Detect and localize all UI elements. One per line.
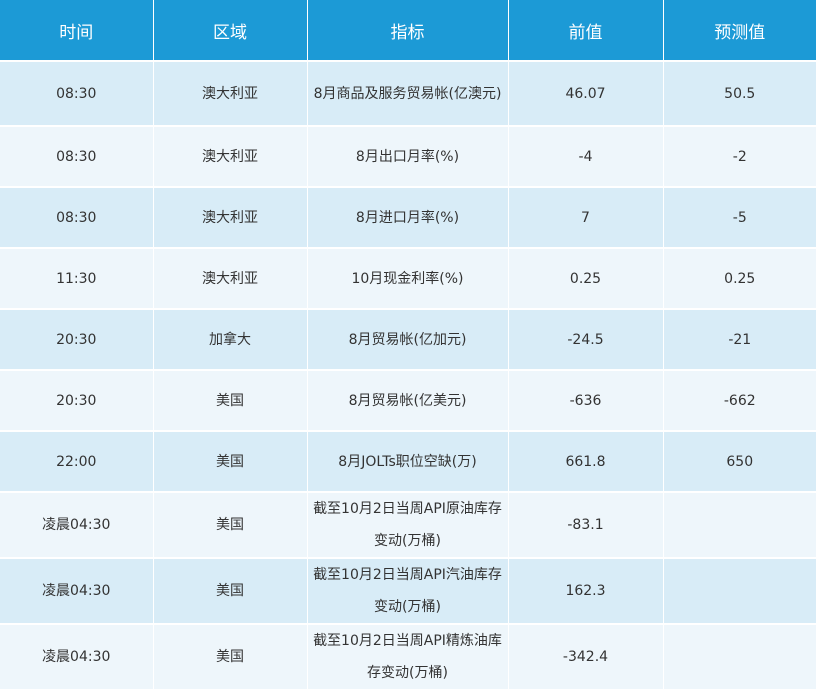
cell-previous: -342.4 bbox=[508, 623, 664, 689]
cell-time: 20:30 bbox=[0, 369, 154, 431]
cell-forecast bbox=[663, 557, 816, 624]
indicator-text: 截至10月2日当周API汽油库存变动(万桶) bbox=[313, 567, 502, 615]
cell-forecast: 0.25 bbox=[663, 247, 816, 309]
header-previous: 前值 bbox=[508, 0, 664, 61]
cell-indicator: 10月现金利率(%) bbox=[307, 247, 509, 309]
cell-region: 美国 bbox=[153, 369, 308, 431]
cell-indicator: 8月进口月率(%) bbox=[307, 186, 509, 248]
cell-previous: -24.5 bbox=[508, 308, 664, 370]
header-region: 区域 bbox=[153, 0, 308, 61]
cell-previous: -83.1 bbox=[508, 491, 664, 558]
table-row: 08:30 澳大利亚 8月出口月率(%) -4 -2 bbox=[0, 125, 816, 187]
cell-previous: 7 bbox=[508, 186, 664, 248]
table-row: 22:00 美国 8月JOLTs职位空缺(万) 661.8 650 bbox=[0, 430, 816, 492]
table-row: 20:30 加拿大 8月贸易帐(亿加元) -24.5 -21 bbox=[0, 308, 816, 370]
cell-previous: -636 bbox=[508, 369, 664, 431]
cell-previous: 661.8 bbox=[508, 430, 664, 492]
economic-calendar-table: 时间 区域 指标 前值 预测值 08:30 澳大利亚 8月商品及服务贸易帐(亿澳… bbox=[0, 0, 816, 689]
cell-indicator: 截至10月2日当周API精炼油库存变动(万桶) bbox=[307, 623, 509, 689]
cell-forecast: -662 bbox=[663, 369, 816, 431]
indicator-text: 10月现金利率(%) bbox=[351, 270, 464, 287]
cell-time: 凌晨04:30 bbox=[0, 623, 154, 689]
cell-region: 澳大利亚 bbox=[153, 60, 308, 126]
cell-region: 澳大利亚 bbox=[153, 125, 308, 187]
table-row: 凌晨04:30 美国 截至10月2日当周API原油库存变动(万桶) -83.1 bbox=[0, 491, 816, 558]
cell-region: 澳大利亚 bbox=[153, 247, 308, 309]
cell-forecast: -21 bbox=[663, 308, 816, 370]
cell-indicator: 8月商品及服务贸易帐(亿澳元) bbox=[307, 60, 509, 126]
cell-time: 凌晨04:30 bbox=[0, 491, 154, 558]
cell-indicator: 截至10月2日当周API原油库存变动(万桶) bbox=[307, 491, 509, 558]
cell-region: 美国 bbox=[153, 491, 308, 558]
indicator-text: 8月JOLTs职位空缺(万) bbox=[338, 453, 477, 470]
cell-time: 凌晨04:30 bbox=[0, 557, 154, 624]
cell-forecast bbox=[663, 623, 816, 689]
table-row: 08:30 澳大利亚 8月商品及服务贸易帐(亿澳元) 46.07 50.5 bbox=[0, 60, 816, 126]
cell-time: 08:30 bbox=[0, 186, 154, 248]
table-row: 凌晨04:30 美国 截至10月2日当周API精炼油库存变动(万桶) -342.… bbox=[0, 623, 816, 689]
cell-region: 美国 bbox=[153, 557, 308, 624]
cell-forecast: -2 bbox=[663, 125, 816, 187]
cell-indicator: 8月JOLTs职位空缺(万) bbox=[307, 430, 509, 492]
cell-region: 美国 bbox=[153, 623, 308, 689]
indicator-text: 8月进口月率(%) bbox=[355, 209, 460, 226]
table-header-row: 时间 区域 指标 前值 预测值 bbox=[0, 0, 816, 61]
cell-previous: 46.07 bbox=[508, 60, 664, 126]
indicator-text: 8月商品及服务贸易帐(亿澳元) bbox=[313, 85, 502, 102]
header-forecast: 预测值 bbox=[663, 0, 816, 61]
cell-indicator: 8月贸易帐(亿美元) bbox=[307, 369, 509, 431]
header-indicator: 指标 bbox=[307, 0, 509, 61]
cell-previous: 162.3 bbox=[508, 557, 664, 624]
cell-region: 美国 bbox=[153, 430, 308, 492]
cell-time: 08:30 bbox=[0, 125, 154, 187]
cell-forecast: 650 bbox=[663, 430, 816, 492]
cell-forecast: 50.5 bbox=[663, 60, 816, 126]
indicator-text: 截至10月2日当周API原油库存变动(万桶) bbox=[313, 501, 502, 549]
cell-region: 澳大利亚 bbox=[153, 186, 308, 248]
cell-indicator: 8月出口月率(%) bbox=[307, 125, 509, 187]
indicator-text: 8月贸易帐(亿美元) bbox=[348, 392, 467, 409]
table-row: 11:30 澳大利亚 10月现金利率(%) 0.25 0.25 bbox=[0, 247, 816, 309]
cell-forecast bbox=[663, 491, 816, 558]
cell-forecast: -5 bbox=[663, 186, 816, 248]
header-time: 时间 bbox=[0, 0, 154, 61]
indicator-text: 8月出口月率(%) bbox=[355, 148, 460, 165]
cell-region: 加拿大 bbox=[153, 308, 308, 370]
cell-time: 20:30 bbox=[0, 308, 154, 370]
table-row: 08:30 澳大利亚 8月进口月率(%) 7 -5 bbox=[0, 186, 816, 248]
cell-indicator: 8月贸易帐(亿加元) bbox=[307, 308, 509, 370]
cell-time: 22:00 bbox=[0, 430, 154, 492]
cell-time: 08:30 bbox=[0, 60, 154, 126]
indicator-text: 8月贸易帐(亿加元) bbox=[348, 331, 467, 348]
indicator-text: 截至10月2日当周API精炼油库存变动(万桶) bbox=[313, 633, 502, 681]
table-row: 20:30 美国 8月贸易帐(亿美元) -636 -662 bbox=[0, 369, 816, 431]
cell-indicator: 截至10月2日当周API汽油库存变动(万桶) bbox=[307, 557, 509, 624]
table-row: 凌晨04:30 美国 截至10月2日当周API汽油库存变动(万桶) 162.3 bbox=[0, 557, 816, 624]
cell-previous: -4 bbox=[508, 125, 664, 187]
cell-previous: 0.25 bbox=[508, 247, 664, 309]
cell-time: 11:30 bbox=[0, 247, 154, 309]
